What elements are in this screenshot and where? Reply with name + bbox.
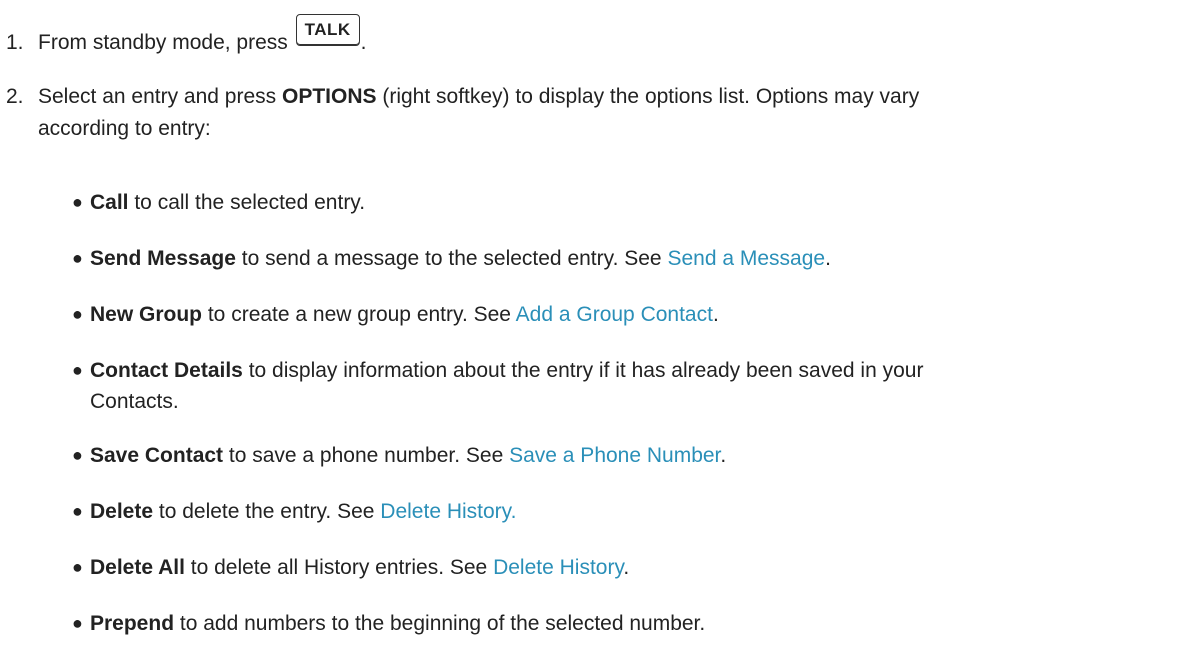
option-term: Delete: [90, 500, 154, 523]
option-text: to delete the entry. See: [153, 500, 381, 523]
option-text: to call the selected entry.: [128, 191, 366, 214]
step-text: Select an entry and press OPTIONS (right…: [38, 82, 1188, 143]
delete-history-link[interactable]: Delete History: [493, 556, 623, 579]
option-term: Send Message: [90, 247, 236, 270]
option-text: to create a new group entry. See: [202, 303, 516, 326]
bullet-icon: ●: [72, 501, 83, 521]
bullet-icon: ●: [72, 304, 83, 324]
option-text: to save a phone number. See: [223, 444, 510, 467]
step-text: From standby mode, press TALK.: [38, 14, 1188, 59]
bullet-icon: ●: [72, 557, 83, 577]
step-text-after: .: [360, 31, 367, 54]
option-text: to add numbers to the beginning of the s…: [174, 612, 706, 635]
bullet-icon: ●: [72, 192, 83, 212]
option-term: Save Contact: [90, 444, 224, 467]
document-page: 1. From standby mode, press TALK. 2. Sel…: [0, 0, 1198, 672]
talk-key-icon: TALK: [295, 14, 360, 45]
option-term: New Group: [90, 303, 203, 326]
option-text-after: .: [825, 247, 831, 270]
step-text-part: Select an entry and press: [38, 85, 282, 108]
option-text-after: .: [712, 303, 719, 326]
options-term: OPTIONS: [281, 85, 377, 108]
bullet-icon: ●: [72, 445, 83, 465]
step-number: 2.: [6, 85, 24, 108]
send-a-message-link[interactable]: Send a Message: [667, 247, 825, 270]
step-text-part: (right softkey) to display the options l…: [376, 85, 920, 108]
delete-history-link[interactable]: Delete History.: [380, 500, 516, 523]
option-text-after: .: [720, 444, 727, 467]
option-text: Contacts.: [90, 390, 179, 413]
option-text: to send a message to the selected entry.…: [235, 247, 668, 270]
add-a-group-contact-link[interactable]: Add a Group Contact: [516, 303, 713, 326]
step-text-before: From standby mode, press: [38, 31, 288, 54]
bullet-icon: ●: [72, 248, 83, 268]
option-text-after: .: [623, 556, 630, 579]
option-term: Prepend: [90, 612, 175, 635]
step-number: 1.: [6, 31, 24, 54]
option-text: to delete all History entries. See: [184, 556, 494, 579]
save-a-phone-number-link[interactable]: Save a Phone Number: [509, 444, 720, 467]
option-term: Delete All: [90, 556, 185, 579]
bullet-icon: ●: [72, 360, 83, 380]
bullet-icon: ●: [72, 613, 83, 633]
option-term: Call: [90, 191, 129, 214]
option-term: Contact Details: [90, 359, 243, 382]
option-text: to display information about the entry i…: [242, 359, 924, 382]
step-text-part: according to entry:: [38, 117, 211, 140]
